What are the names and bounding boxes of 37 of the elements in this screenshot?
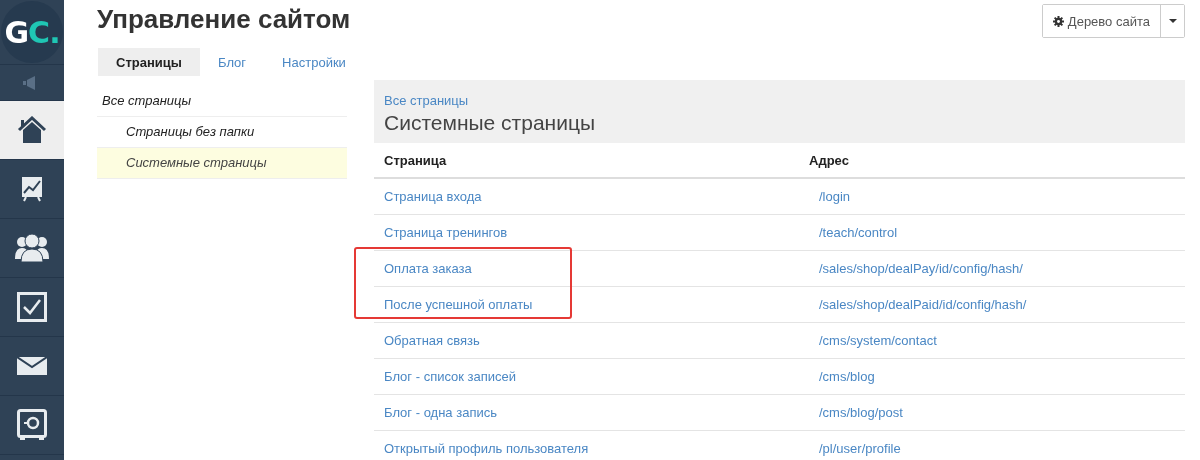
dropdown-button[interactable] [1160, 5, 1184, 37]
chart-icon [21, 176, 43, 202]
page-title: Управление сайтом [97, 3, 351, 35]
page-link[interactable]: Оплата заказа [374, 261, 472, 276]
column-header: Страница [383, 152, 448, 168]
tab[interactable]: Настройки [264, 48, 364, 76]
tab[interactable]: Страницы [98, 48, 200, 76]
safe-icon [17, 409, 47, 441]
checkbox-icon [17, 292, 47, 322]
page-link[interactable]: Блог - список записей [374, 369, 517, 384]
tab[interactable]: Блог [200, 48, 265, 76]
users-icon [15, 233, 49, 263]
column-header: Адрес [809, 152, 849, 168]
page-link[interactable]: Страница тренингов [374, 225, 508, 240]
caret-icon [1168, 19, 1177, 23]
page-link[interactable]: Обратная связь [374, 333, 480, 348]
settings-icon [1052, 15, 1064, 27]
panel-heading: Системные страницы [384, 111, 597, 135]
page-link[interactable]: Открытый профиль пользователя [374, 441, 589, 456]
address-link[interactable]: /cms/blog [819, 369, 875, 384]
address-link[interactable]: /cms/system/contact [819, 333, 937, 348]
address-link[interactable]: /teach/control [819, 225, 898, 240]
address-link[interactable]: /cms/blog/post [819, 405, 903, 420]
page-link[interactable]: Блог - одна запись [374, 405, 497, 420]
address-link[interactable]: /sales/shop/dealPaid/id/config/hash/ [819, 297, 1027, 312]
folder-item[interactable]: Все страницы [97, 86, 347, 117]
address-link[interactable]: /pl/user/profile [819, 441, 901, 456]
sidebar-item[interactable] [0, 101, 64, 160]
home-icon [17, 116, 47, 144]
address-link[interactable]: /login [819, 189, 851, 204]
mail-icon [17, 357, 47, 375]
address-link[interactable]: /sales/shop/dealPay/id/config/hash/ [819, 261, 1023, 276]
breadcrumb-link[interactable]: Все страницы [384, 93, 469, 108]
page-link[interactable]: После успешной оплаты [374, 297, 533, 312]
page-link[interactable]: Страница входа [374, 189, 482, 204]
logo[interactable]: GC. [1, 1, 63, 63]
folder-item[interactable]: Системные страницы [97, 148, 347, 179]
